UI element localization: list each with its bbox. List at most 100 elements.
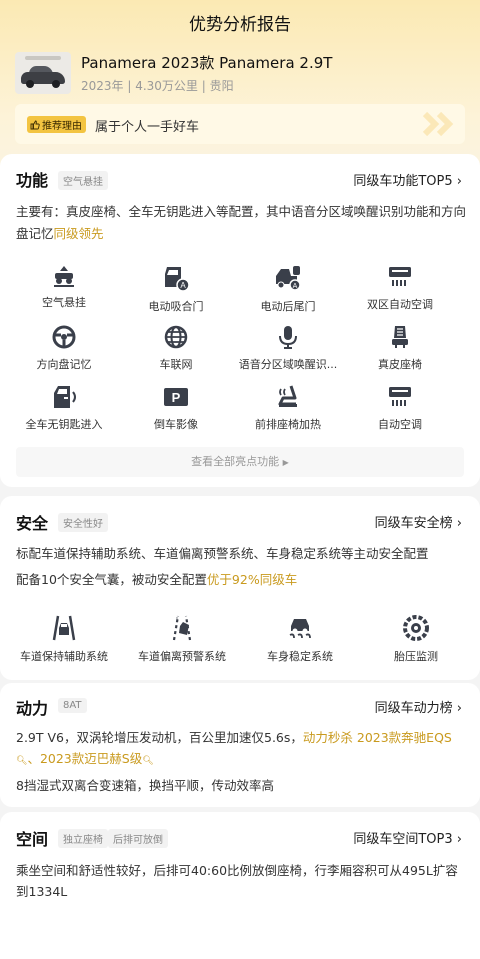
power-link-label: 同级车动力榜	[374, 701, 453, 716]
space-title: 空间	[16, 830, 49, 849]
chevron-right-icon: ›	[456, 701, 462, 716]
car-thumbnail	[15, 52, 71, 94]
svg-text:P: P	[172, 390, 181, 405]
chevron-right-icon: ›	[456, 832, 462, 847]
steering-memory-icon	[52, 325, 76, 349]
feature-label: 倒车影像	[154, 418, 198, 431]
features-link-label: 同级车功能TOP5	[353, 174, 453, 189]
safety-desc-text: 配备10个安全气囊，被动安全配置	[16, 572, 207, 587]
safety-item-stability[interactable]: 车身稳定系统	[244, 614, 356, 664]
features-title: 功能	[16, 171, 49, 190]
feature-item-connected-car[interactable]: 车联网	[120, 324, 232, 372]
chevron-right-icon: ›	[456, 516, 462, 531]
space-link-label: 同级车空间TOP3	[353, 832, 453, 847]
safety-title: 安全	[16, 514, 49, 533]
stability-control-icon	[289, 619, 311, 639]
car-summary[interactable]: Panamera 2023款 Panamera 2.9T 2023年 | 4.3…	[15, 50, 465, 98]
safety-description: 标配车道保持辅助系统、车道偏离预警系统、车身稳定系统等主动安全配置 配备10个安…	[16, 541, 466, 593]
feature-label: 语音分区域唤醒识...	[238, 358, 338, 371]
car-name: Panamera 2023款 Panamera 2.9T	[81, 54, 333, 72]
features-card: 功能 空气悬挂 同级车功能TOP5 › 主要有：真皮座椅、全车无钥匙进入等配置，…	[0, 154, 480, 487]
power-compare-eqs-label: 动力秒杀 2023款奔驰EQS	[302, 730, 452, 745]
safety-item-lane-departure[interactable]: ! 车道偏离预警系统	[126, 614, 238, 664]
feature-item-leather-seat[interactable]: 真皮座椅	[344, 324, 456, 372]
space-description: 乘坐空间和舒适性较好，后排可40:60比例放倒座椅，行李厢容积可从495L扩容到…	[16, 863, 458, 899]
voice-microphone-icon	[279, 326, 297, 349]
recommend-reason-text: 属于个人一手好车	[95, 120, 200, 135]
space-tag-seats: 独立座椅	[58, 829, 108, 848]
view-all-features-label: 查看全部亮点功能	[191, 455, 280, 468]
feature-label: 电动后尾门	[260, 300, 316, 313]
car-meta: 2023年 | 4.30万公里 | 贵阳	[81, 79, 234, 93]
power-tailgate-icon: A	[276, 266, 301, 291]
reverse-camera-icon: P	[164, 388, 188, 406]
feature-item-voice-wakeup[interactable]: 语音分区域唤醒识...	[232, 324, 344, 372]
power-description: 2.9T V6，双涡轮增压发动机，百公里加速仅5.6s，动力秒杀 2023款奔驰…	[16, 727, 466, 772]
connected-car-icon	[164, 325, 188, 349]
feature-item-keyless-entry[interactable]: 全车无钥匙进入	[8, 384, 120, 432]
power-tag: 8AT	[58, 698, 87, 713]
page-title: 优势分析报告	[189, 15, 291, 35]
feature-item-power-tailgate[interactable]: A 电动后尾门	[232, 264, 344, 314]
power-card: 动力 8AT 同级车动力榜 › 2.9T V6，双涡轮增压发动机，百公里加速仅5…	[0, 683, 480, 807]
safety-label: 胎压监测	[394, 650, 438, 663]
lane-departure-icon: !	[172, 615, 192, 641]
safety-tag: 安全性好	[58, 513, 108, 532]
power-desc-separator: 、	[27, 751, 40, 766]
power-compare-maybach-label: 2023款迈巴赫S级	[39, 751, 143, 766]
power-desc-line2: 8挡湿式双离合变速箱，换挡平顺，传动效率高	[16, 778, 274, 793]
safety-card: 安全 安全性好 同级车安全榜 › 标配车道保持辅助系统、车道偏离预警系统、车身稳…	[0, 496, 480, 680]
keyless-entry-icon	[54, 386, 76, 408]
features-desc-highlight: 同级领先	[53, 226, 104, 241]
soft-close-door-icon: A	[165, 267, 190, 292]
search-icon: 🔍︎	[16, 756, 28, 766]
seat-heating-icon	[278, 385, 297, 407]
safety-label: 车道偏离预警系统	[138, 650, 226, 663]
feature-item-reverse-camera[interactable]: P 倒车影像	[120, 384, 232, 432]
feature-label: 电动吸合门	[148, 300, 204, 313]
features-description: 主要有：真皮座椅、全车无钥匙进入等配置，其中语音分区域唤醒识别功能和方向盘记忆同…	[16, 201, 466, 245]
safety-ranking-link[interactable]: 同级车安全榜 ›	[375, 512, 462, 531]
view-all-features-button[interactable]: 查看全部亮点功能 ▶	[16, 447, 464, 477]
safety-link-label: 同级车安全榜	[374, 516, 453, 531]
feature-label: 前排座椅加热	[255, 418, 321, 431]
lane-keep-icon	[52, 615, 76, 641]
feature-item-steering-memory[interactable]: 方向盘记忆	[8, 324, 120, 372]
chevron-right-icon: ›	[456, 174, 462, 189]
safety-label: 车道保持辅助系统	[20, 650, 108, 663]
features-tag: 空气悬挂	[58, 171, 108, 190]
space-card: 空间 独立座椅 后排可放倒 同级车空间TOP3 › 乘坐空间和舒适性较好，后排可…	[0, 812, 480, 959]
feature-item-seat-heating[interactable]: 前排座椅加热	[232, 384, 344, 432]
svg-text:A: A	[180, 281, 186, 290]
tire-pressure-icon	[403, 615, 429, 641]
feature-item-dual-zone-ac[interactable]: 双区自动空调	[344, 264, 456, 312]
safety-item-lane-keep[interactable]: 车道保持辅助系统	[8, 614, 120, 664]
safety-desc-highlight: 优于92%同级车	[206, 572, 298, 587]
recommend-badge-label: 推荐理由	[42, 121, 82, 132]
power-desc-text: 2.9T V6，双涡轮增压发动机，百公里加速仅5.6s，	[16, 730, 303, 745]
power-compare-link-maybach[interactable]: 2023款迈巴赫S级🔍︎	[40, 751, 154, 766]
power-title: 动力	[16, 699, 49, 718]
leather-seat-icon	[392, 326, 408, 348]
search-icon: 🔍︎	[142, 756, 154, 766]
dual-zone-ac-icon	[389, 267, 411, 286]
svg-text:!: !	[176, 617, 178, 624]
chevron-decoration-icon	[422, 111, 454, 137]
feature-item-auto-ac[interactable]: 自动空调	[344, 384, 456, 432]
feature-label: 全车无钥匙进入	[25, 418, 103, 431]
feature-item-air-suspension[interactable]: 空气悬挂	[8, 264, 120, 310]
recommend-badge: 推荐理由	[27, 116, 86, 133]
features-top5-link[interactable]: 同级车功能TOP5 ›	[353, 170, 462, 189]
feature-item-soft-close-door[interactable]: A 电动吸合门	[120, 264, 232, 314]
feature-label: 方向盘记忆	[36, 358, 92, 371]
auto-ac-icon	[389, 387, 411, 406]
recommend-reason-banner: 推荐理由 属于个人一手好车	[15, 104, 465, 144]
power-ranking-link[interactable]: 同级车动力榜 ›	[375, 697, 462, 716]
feature-label: 空气悬挂	[42, 296, 86, 309]
space-tag-fold: 后排可放倒	[108, 829, 168, 848]
svg-text:A: A	[293, 283, 298, 290]
feature-label: 真皮座椅	[378, 358, 422, 371]
space-top3-link[interactable]: 同级车空间TOP3 ›	[353, 828, 462, 847]
safety-desc-line2: 配备10个安全气囊，被动安全配置优于92%同级车	[16, 567, 466, 593]
safety-item-tire-pressure[interactable]: 胎压监测	[360, 614, 472, 664]
